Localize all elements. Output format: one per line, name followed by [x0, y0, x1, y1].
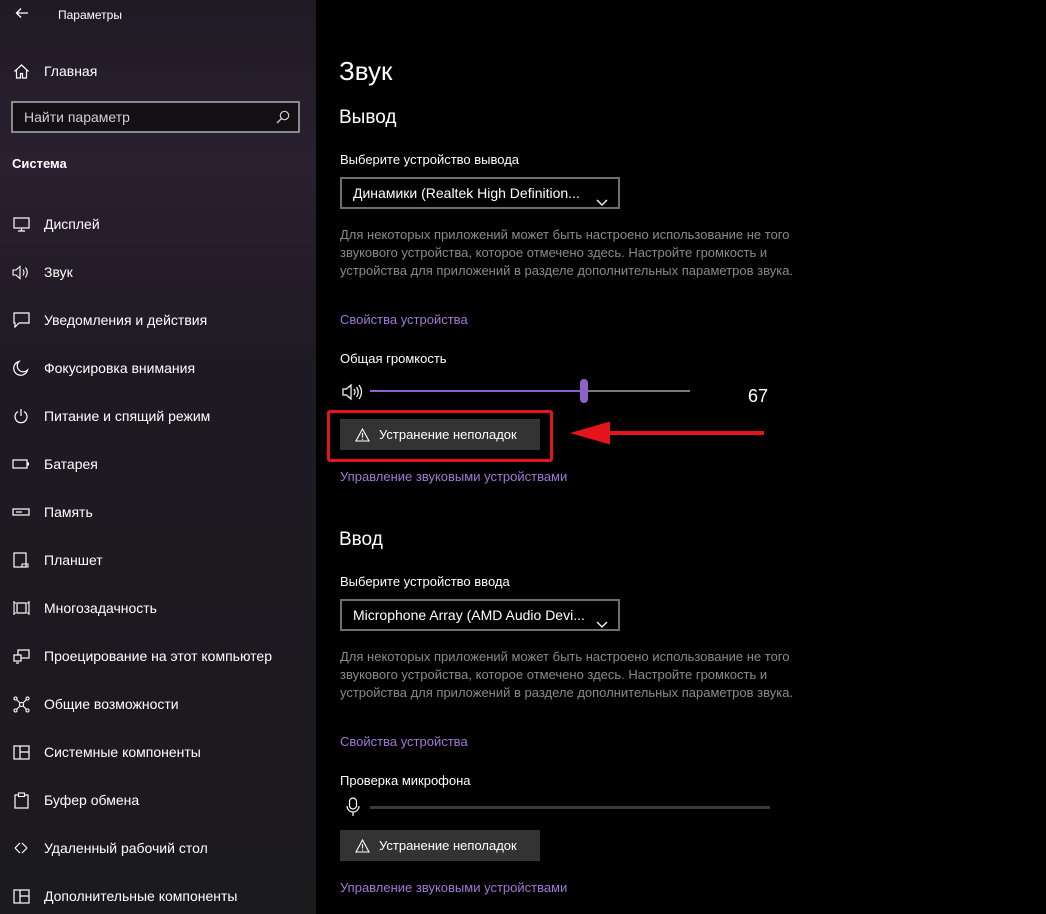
- sidebar-item-notifications[interactable]: Уведомления и действия: [0, 296, 316, 344]
- sidebar-nav: Дисплей Звук Уведомления и действия Фоку…: [0, 200, 316, 914]
- sidebar-item-label: Многозадачность: [44, 600, 157, 616]
- components-icon: [12, 743, 30, 761]
- sidebar-item-label: Фокусировка внимания: [44, 360, 196, 376]
- volume-slider-fill: [370, 390, 584, 392]
- sidebar-item-label: Системные компоненты: [44, 744, 201, 760]
- clipboard-icon: [12, 791, 30, 809]
- output-device-value: Динамики (Realtek High Definition...: [353, 185, 580, 201]
- sidebar-item-label: Проецирование на этот компьютер: [44, 648, 272, 664]
- sidebar-item-label: Удаленный рабочий стол: [44, 840, 208, 856]
- search-field[interactable]: [11, 101, 300, 133]
- sidebar-item-label: Буфер обмена: [44, 792, 140, 808]
- sidebar-item-label: Память: [44, 504, 93, 520]
- sidebar-item-sound[interactable]: Звук: [0, 248, 316, 296]
- remote-desktop-icon: [12, 839, 30, 857]
- notification-icon: [12, 311, 30, 329]
- search-input[interactable]: [13, 103, 298, 131]
- sidebar-item-label: Дополнительные компоненты: [44, 888, 238, 904]
- multitask-icon: [12, 599, 30, 617]
- sidebar-item-battery[interactable]: Батарея: [0, 440, 316, 488]
- input-description: Для некоторых приложений может быть наст…: [340, 649, 794, 700]
- sidebar-item-label: Дисплей: [44, 216, 100, 232]
- input-device-select[interactable]: Microphone Array (AMD Audio Devi...: [340, 599, 620, 631]
- page-title: Звук: [339, 56, 393, 86]
- output-description: Для некоторых приложений может быть наст…: [340, 227, 794, 278]
- mic-level-meter: [370, 806, 770, 809]
- sidebar-item-label: Планшет: [44, 552, 103, 568]
- sidebar-item-label: Общие возможности: [44, 696, 179, 712]
- warning-icon: [355, 838, 370, 853]
- sidebar-item-label: Уведомления и действия: [44, 312, 208, 328]
- input-device-value: Microphone Array (AMD Audio Devi...: [353, 607, 585, 623]
- input-manage-devices-link[interactable]: Управление звуковыми устройствами: [340, 880, 567, 895]
- power-icon: [12, 407, 30, 425]
- sidebar-item-power[interactable]: Питание и спящий режим: [0, 392, 316, 440]
- search-icon[interactable]: [276, 110, 290, 124]
- sidebar-item-label: Питание и спящий режим: [44, 408, 211, 424]
- sidebar-item-optional-components[interactable]: Дополнительные компоненты: [0, 872, 316, 914]
- sidebar-item-clipboard[interactable]: Буфер обмена: [0, 776, 316, 824]
- output-manage-devices-link[interactable]: Управление звуковыми устройствами: [340, 469, 567, 484]
- volume-value: 67: [748, 386, 769, 406]
- optional-components-icon: [12, 887, 30, 905]
- sidebar: Параметры Главная Система Дисплей Звук У…: [0, 0, 316, 914]
- display-icon: [12, 215, 30, 233]
- sidebar-item-remote-desktop[interactable]: Удаленный рабочий стол: [0, 824, 316, 872]
- sidebar-item-label: Батарея: [44, 456, 98, 472]
- volume-slider-thumb[interactable]: [580, 379, 588, 403]
- sidebar-item-label: Главная: [44, 63, 98, 79]
- shared-icon: [12, 695, 30, 713]
- input-troubleshoot-label: Устранение неполадок: [379, 838, 517, 853]
- main-content: Звук Вывод Выберите устройство вывода Ди…: [316, 0, 1046, 914]
- tablet-icon: [12, 551, 30, 569]
- sidebar-item-shared-experiences[interactable]: Общие возможности: [0, 680, 316, 728]
- red-arrow-annotation: [570, 421, 764, 445]
- sidebar-item-storage[interactable]: Память: [0, 488, 316, 536]
- output-device-label: Выберите устройство вывода: [340, 152, 520, 167]
- highlight-box: [327, 410, 553, 462]
- volume-slider[interactable]: [370, 379, 690, 403]
- chevron-down-icon: [596, 610, 608, 628]
- section-title: Система: [12, 156, 67, 171]
- speaker-icon: [12, 263, 30, 281]
- battery-icon: [12, 455, 30, 473]
- sidebar-item-focus-assist[interactable]: Фокусировка внимания: [0, 344, 316, 392]
- sidebar-item-projecting[interactable]: Проецирование на этот компьютер: [0, 632, 316, 680]
- home-icon: [12, 62, 30, 80]
- speaker-icon[interactable]: [342, 383, 364, 401]
- output-device-select[interactable]: Динамики (Realtek High Definition...: [340, 177, 620, 209]
- sidebar-item-label: Звук: [44, 264, 73, 280]
- input-device-label: Выберите устройство ввода: [340, 574, 510, 589]
- sidebar-item-system-components[interactable]: Системные компоненты: [0, 728, 316, 776]
- sidebar-item-multitasking[interactable]: Многозадачность: [0, 584, 316, 632]
- microphone-icon: [346, 797, 360, 817]
- volume-label: Общая громкость: [340, 351, 447, 366]
- sidebar-item-home[interactable]: Главная: [0, 52, 316, 90]
- title-bar: Параметры: [0, 0, 316, 32]
- input-troubleshoot-button[interactable]: Устранение неполадок: [340, 830, 540, 861]
- mic-test-label: Проверка микрофона: [340, 773, 471, 788]
- output-device-properties-link[interactable]: Свойства устройства: [340, 312, 468, 327]
- input-heading: Ввод: [339, 529, 383, 550]
- moon-icon: [12, 359, 30, 377]
- storage-icon: [12, 503, 30, 521]
- project-icon: [12, 647, 30, 665]
- sidebar-item-tablet[interactable]: Планшет: [0, 536, 316, 584]
- sidebar-item-display[interactable]: Дисплей: [0, 200, 316, 248]
- input-device-properties-link[interactable]: Свойства устройства: [340, 734, 468, 749]
- back-arrow-icon[interactable]: [12, 6, 32, 26]
- output-heading: Вывод: [339, 107, 397, 128]
- chevron-down-icon: [596, 188, 608, 206]
- app-title: Параметры: [58, 8, 122, 22]
